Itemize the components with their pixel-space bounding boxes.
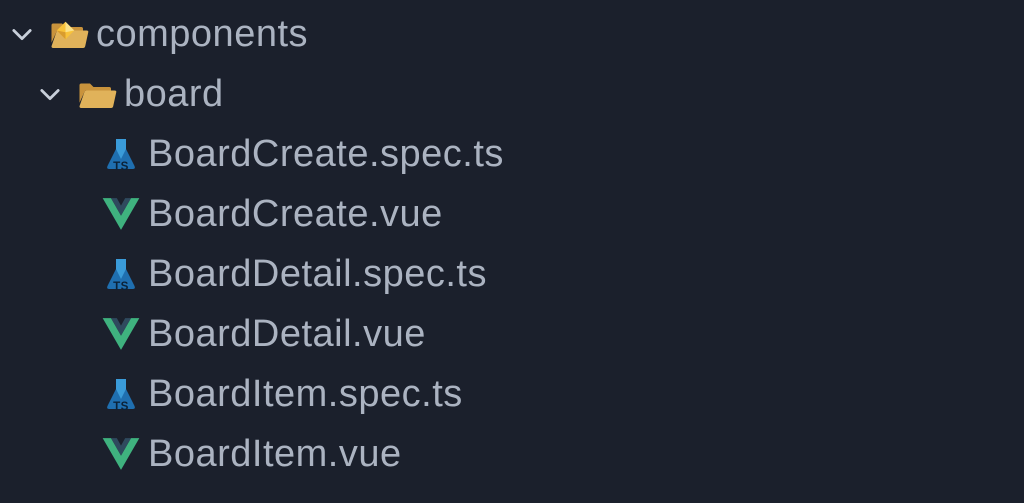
svg-text:TS: TS [113, 400, 129, 413]
test-ts-icon: TS [94, 254, 148, 294]
chevron-down-icon [2, 20, 42, 48]
svg-text:TS: TS [113, 280, 129, 293]
folder-open-icon [70, 73, 124, 115]
file-label: BoardItem.spec.ts [148, 373, 463, 416]
test-ts-icon: TS [94, 374, 148, 414]
vue-icon [94, 314, 148, 354]
folder-label: board [124, 73, 224, 116]
folder-label: components [96, 13, 308, 56]
file-label: BoardCreate.vue [148, 193, 443, 236]
folder-board[interactable]: board [0, 64, 1024, 124]
folder-open-icon [42, 13, 96, 55]
vue-icon [94, 194, 148, 234]
file-boarditem-spec[interactable]: TS BoardItem.spec.ts [0, 364, 1024, 424]
file-label: BoardDetail.vue [148, 313, 426, 356]
file-label: BoardDetail.spec.ts [148, 253, 487, 296]
file-boardcreate-vue[interactable]: BoardCreate.vue [0, 184, 1024, 244]
folder-components[interactable]: components [0, 4, 1024, 64]
file-boardcreate-spec[interactable]: TS BoardCreate.spec.ts [0, 124, 1024, 184]
test-ts-icon: TS [94, 134, 148, 174]
file-boarddetail-spec[interactable]: TS BoardDetail.spec.ts [0, 244, 1024, 304]
vue-icon [94, 434, 148, 474]
svg-text:TS: TS [113, 160, 129, 173]
file-label: BoardCreate.spec.ts [148, 133, 504, 176]
file-label: BoardItem.vue [148, 433, 402, 476]
file-tree: components board TS BoardCreate.spec.ts [0, 0, 1024, 484]
file-boarddetail-vue[interactable]: BoardDetail.vue [0, 304, 1024, 364]
file-boarditem-vue[interactable]: BoardItem.vue [0, 424, 1024, 484]
chevron-down-icon [30, 80, 70, 108]
